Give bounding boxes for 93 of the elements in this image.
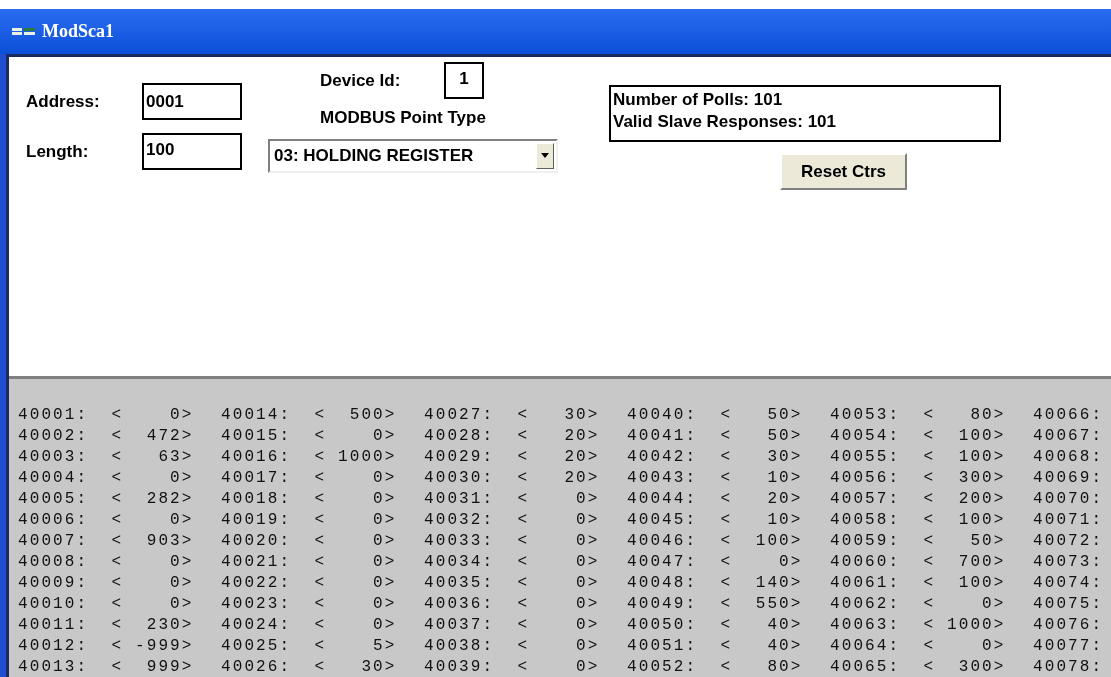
- register-value: 40078:: [1033, 657, 1104, 677]
- register-value: 40012: < -999>: [18, 636, 194, 657]
- register-value: 40040: < 50>: [627, 405, 803, 426]
- register-value: 40022: < 0>: [221, 573, 397, 594]
- register-value: 40048: < 140>: [627, 573, 803, 594]
- register-value: 40025: < 5>: [221, 636, 397, 657]
- register-value: 40045: < 10>: [627, 510, 803, 531]
- register-value: 40039: < 0>: [424, 657, 600, 677]
- register-value: 40047: < 0>: [627, 552, 803, 573]
- register-value: 40053: < 80>: [830, 405, 1006, 426]
- device-id-label: Device Id:: [320, 69, 402, 92]
- register-value: 40021: < 0>: [221, 552, 397, 573]
- register-value: 40035: < 0>: [424, 573, 600, 594]
- register-value: 40055: < 100>: [830, 447, 1006, 468]
- register-value: 40008: < 0>: [18, 552, 194, 573]
- register-value: 40072:: [1033, 531, 1104, 552]
- register-value: 40005: < 282>: [18, 489, 194, 510]
- point-type-label: MODBUS Point Type: [319, 107, 487, 129]
- register-value: 40020: < 0>: [221, 531, 397, 552]
- register-value: 40033: < 0>: [424, 531, 600, 552]
- register-value: 40057: < 200>: [830, 489, 1006, 510]
- register-value: 40069:: [1033, 468, 1104, 489]
- register-value: 40066:: [1033, 405, 1104, 426]
- register-value: 40077:: [1033, 636, 1104, 657]
- register-value: 40067:: [1033, 426, 1104, 447]
- register-value: 40061: < 100>: [830, 573, 1006, 594]
- register-value: 40058: < 100>: [830, 510, 1006, 531]
- register-value: 40001: < 0>: [18, 405, 194, 426]
- register-value: 40006: < 0>: [18, 510, 194, 531]
- register-value: 40056: < 300>: [830, 468, 1006, 489]
- register-value: 40064: < 0>: [830, 636, 1006, 657]
- point-type-dropdown[interactable]: 03: HOLDING REGISTER: [268, 138, 558, 173]
- register-value: 40026: < 30>: [221, 657, 397, 677]
- window-title: ModSca1: [42, 20, 114, 43]
- register-value: 40063: < 1000>: [830, 615, 1006, 636]
- register-value: 40065: < 300>: [830, 657, 1006, 677]
- register-value: 40036: < 0>: [424, 594, 600, 615]
- register-value: 40075:: [1033, 594, 1104, 615]
- register-value: 40007: < 903>: [18, 531, 194, 552]
- register-value: 40028: < 20>: [424, 426, 600, 447]
- register-value: 40037: < 0>: [424, 615, 600, 636]
- register-value: 40009: < 0>: [18, 573, 194, 594]
- register-value: 40018: < 0>: [221, 489, 397, 510]
- register-value: 40013: < 999>: [18, 657, 194, 677]
- device-id-field[interactable]: 1: [444, 62, 484, 99]
- counter-text: Number of Polls: 101: [613, 89, 784, 111]
- length-label: Length:: [26, 140, 90, 163]
- register-value: 40042: < 30>: [627, 447, 803, 468]
- register-value: 40004: < 0>: [18, 468, 194, 489]
- register-value: 40071:: [1033, 510, 1104, 531]
- register-value: 40029: < 20>: [424, 447, 600, 468]
- register-value: 40038: < 0>: [424, 636, 600, 657]
- register-value: 40054: < 100>: [830, 426, 1006, 447]
- register-value: 40011: < 230>: [18, 615, 194, 636]
- register-value: 40076:: [1033, 615, 1104, 636]
- register-value: 40024: < 0>: [221, 615, 397, 636]
- register-value: 40060: < 700>: [830, 552, 1006, 573]
- register-value: 40044: < 20>: [627, 489, 803, 510]
- reset-counters-button[interactable]: Reset Ctrs: [780, 153, 907, 190]
- address-field[interactable]: 0001: [142, 83, 242, 120]
- app-icon: [12, 26, 36, 37]
- length-field[interactable]: 100: [142, 133, 242, 170]
- register-value: 40032: < 0>: [424, 510, 600, 531]
- register-value: 40017: < 0>: [221, 468, 397, 489]
- register-value: 40041: < 50>: [627, 426, 803, 447]
- register-value: 40034: < 0>: [424, 552, 600, 573]
- register-value: 40052: < 80>: [627, 657, 803, 677]
- register-value: 40046: < 100>: [627, 531, 803, 552]
- register-value: 40062: < 0>: [830, 594, 1006, 615]
- register-value: 40015: < 0>: [221, 426, 397, 447]
- register-value: 40050: < 40>: [627, 615, 803, 636]
- register-value: 40023: < 0>: [221, 594, 397, 615]
- address-label: Address:: [26, 90, 101, 113]
- register-value: 40003: < 63>: [18, 447, 194, 468]
- register-value: 40014: < 500>: [221, 405, 397, 426]
- register-value: 40019: < 0>: [221, 510, 397, 531]
- register-value: 40074:: [1033, 573, 1104, 594]
- register-value: 40016: < 1000>: [221, 447, 397, 468]
- register-value: 40010: < 0>: [18, 594, 194, 615]
- register-value: 40002: < 472>: [18, 426, 194, 447]
- caret-icon: [541, 153, 549, 158]
- register-value: 40068:: [1033, 447, 1104, 468]
- register-value: 40027: < 30>: [424, 405, 600, 426]
- register-value: 40049: < 550>: [627, 594, 803, 615]
- dropdown-arrow-button[interactable]: [536, 142, 554, 169]
- register-value: 40070:: [1033, 489, 1104, 510]
- register-value: 40031: < 0>: [424, 489, 600, 510]
- register-value: 40030: < 20>: [424, 468, 600, 489]
- register-value: 40051: < 40>: [627, 636, 803, 657]
- register-value: 40043: < 10>: [627, 468, 803, 489]
- counter-text: Valid Slave Responses: 101: [613, 111, 837, 133]
- register-value: 40073:: [1033, 552, 1104, 573]
- register-value: 40059: < 50>: [830, 531, 1006, 552]
